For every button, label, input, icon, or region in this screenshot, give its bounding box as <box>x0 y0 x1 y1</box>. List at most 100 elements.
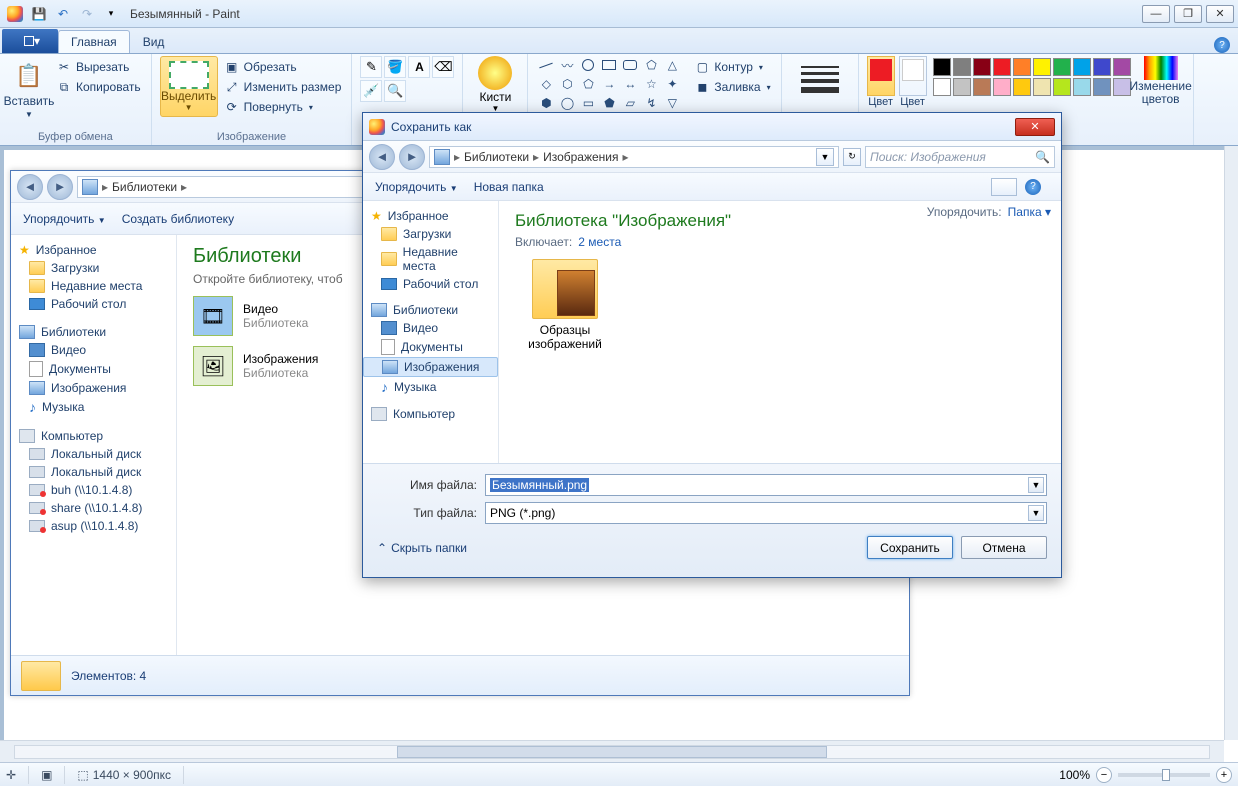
window-minimize-button[interactable]: — <box>1142 5 1170 23</box>
palette-color[interactable] <box>1013 78 1031 96</box>
nav-favorites-group[interactable]: ★Избранное <box>363 207 498 225</box>
palette-color[interactable] <box>993 78 1011 96</box>
tool-fill[interactable]: 🪣 <box>384 56 406 78</box>
new-folder-button[interactable]: Новая папка <box>474 180 544 194</box>
dialog-close-button[interactable]: ✕ <box>1015 118 1055 136</box>
color2-button[interactable] <box>899 56 927 96</box>
vertical-scrollbar[interactable] <box>1224 146 1238 740</box>
palette-color[interactable] <box>1113 58 1131 76</box>
nav-computer-group[interactable]: Компьютер <box>363 405 498 423</box>
shape-outline-button[interactable]: ▢Контур▾ <box>692 58 772 76</box>
nav-images[interactable]: Изображения <box>11 379 176 397</box>
tool-pencil[interactable]: ✎ <box>360 56 382 78</box>
nav-drive-local1[interactable]: Локальный диск <box>11 445 176 463</box>
file-menu-tab[interactable]: ▾ <box>2 29 58 53</box>
nav-drive-share[interactable]: share (\\10.1.4.8) <box>11 499 176 517</box>
thickness-button[interactable] <box>790 56 850 97</box>
tool-magnifier[interactable]: 🔍 <box>384 80 406 102</box>
nav-libraries-group[interactable]: Библиотеки <box>363 301 498 319</box>
palette-color[interactable] <box>933 78 951 96</box>
palette-color[interactable] <box>1073 78 1091 96</box>
help-icon[interactable]: ? <box>1025 179 1041 195</box>
palette-color[interactable] <box>973 78 991 96</box>
hide-folders-button[interactable]: ⌃Скрыть папки <box>377 541 467 555</box>
palette-color[interactable] <box>953 58 971 76</box>
window-close-button[interactable]: ✕ <box>1206 5 1234 23</box>
palette-color[interactable] <box>1033 78 1051 96</box>
help-icon[interactable]: ? <box>1214 37 1230 53</box>
cancel-button[interactable]: Отмена <box>961 536 1047 559</box>
nav-back-button[interactable]: ◄ <box>369 144 395 170</box>
tool-eraser[interactable]: ⌫ <box>432 56 454 78</box>
nav-documents[interactable]: Документы <box>363 337 498 357</box>
tool-text[interactable]: A <box>408 56 430 78</box>
palette-color[interactable] <box>1053 58 1071 76</box>
breadcrumb-images[interactable]: Изображения <box>543 150 618 164</box>
palette-color[interactable] <box>953 78 971 96</box>
crop-button[interactable]: ▣Обрезать <box>222 58 344 76</box>
search-box[interactable]: Поиск: Изображения 🔍 <box>865 146 1055 168</box>
dropdown-icon[interactable]: ▼ <box>1028 477 1044 493</box>
qat-undo-icon[interactable]: ↶ <box>52 3 74 25</box>
dialog-title-bar[interactable]: Сохранить как ✕ <box>363 113 1061 141</box>
view-options-button[interactable] <box>991 178 1017 196</box>
copy-button[interactable]: ⧉Копировать <box>54 78 143 96</box>
resize-button[interactable]: ⤢Изменить размер <box>222 78 344 96</box>
paste-button[interactable]: 📋 Вставить ▼ <box>8 56 50 123</box>
select-button[interactable]: Выделить ▼ <box>160 56 218 117</box>
nav-desktop[interactable]: Рабочий стол <box>363 275 498 293</box>
palette-color[interactable] <box>1073 58 1091 76</box>
dropdown-icon[interactable]: ▼ <box>1028 505 1044 521</box>
nav-libraries-group[interactable]: Библиотеки <box>11 323 176 341</box>
palette-color[interactable] <box>1093 78 1111 96</box>
rotate-button[interactable]: ⟳Повернуть▾ <box>222 98 344 116</box>
tab-home[interactable]: Главная <box>58 30 130 53</box>
nav-drive-asup[interactable]: asup (\\10.1.4.8) <box>11 517 176 535</box>
breadcrumb-libraries[interactable]: Библиотеки <box>464 150 529 164</box>
qat-customize-icon[interactable]: ▾ <box>100 3 122 25</box>
brush-button[interactable]: Кисти ▼ <box>471 56 519 113</box>
window-maximize-button[interactable]: ❐ <box>1174 5 1202 23</box>
shapes-gallery[interactable]: 〰 ⬠ △ ◇ ⬡ ⬠ → ↔ ☆ ✦ ⬢ ◯ ▭ ⬟ ▱ ↯ ▽ <box>536 56 682 112</box>
folder-samples[interactable]: Образцы изображений <box>515 259 615 351</box>
filetype-select[interactable]: PNG (*.png) ▼ <box>485 502 1047 524</box>
cut-button[interactable]: ✂Вырезать <box>54 58 143 76</box>
palette-color[interactable] <box>1033 58 1051 76</box>
palette-color[interactable] <box>973 58 991 76</box>
nav-recent[interactable]: Недавние места <box>11 277 176 295</box>
nav-music[interactable]: ♪Музыка <box>11 397 176 417</box>
shape-fill-button[interactable]: ◼Заливка▾ <box>692 78 772 96</box>
edit-colors-button[interactable]: Изменение цветов <box>1137 56 1185 106</box>
zoom-in-button[interactable]: + <box>1216 767 1232 783</box>
includes-link[interactable]: 2 места <box>578 235 621 249</box>
nav-forward-button[interactable]: ► <box>47 174 73 200</box>
palette-color[interactable] <box>1093 58 1111 76</box>
new-library-button[interactable]: Создать библиотеку <box>122 212 234 226</box>
nav-music[interactable]: ♪Музыка <box>363 377 498 397</box>
nav-recent[interactable]: Недавние места <box>363 243 498 275</box>
nav-desktop[interactable]: Рабочий стол <box>11 295 176 313</box>
nav-downloads[interactable]: Загрузки <box>11 259 176 277</box>
zoom-slider[interactable] <box>1118 773 1210 777</box>
nav-back-button[interactable]: ◄ <box>17 174 43 200</box>
organize-menu[interactable]: Упорядочить ▼ <box>375 180 458 194</box>
tab-view[interactable]: Вид <box>130 30 178 53</box>
nav-videos[interactable]: Видео <box>363 319 498 337</box>
color1-button[interactable] <box>867 56 895 96</box>
save-button[interactable]: Сохранить <box>867 536 953 559</box>
nav-downloads[interactable]: Загрузки <box>363 225 498 243</box>
arrange-value[interactable]: Папка ▾ <box>1008 205 1051 219</box>
nav-favorites-group[interactable]: ★Избранное <box>11 241 176 259</box>
color-palette[interactable] <box>931 56 1133 98</box>
nav-drive-buh[interactable]: buh (\\10.1.4.8) <box>11 481 176 499</box>
filename-input[interactable]: Безымянный.png ▼ <box>485 474 1047 496</box>
palette-color[interactable] <box>993 58 1011 76</box>
horizontal-scrollbar[interactable] <box>0 740 1224 762</box>
palette-color[interactable] <box>1053 78 1071 96</box>
nav-forward-button[interactable]: ► <box>399 144 425 170</box>
qat-redo-icon[interactable]: ↷ <box>76 3 98 25</box>
qat-save-icon[interactable]: 💾 <box>28 3 50 25</box>
tool-picker[interactable]: 💉 <box>360 80 382 102</box>
zoom-out-button[interactable]: − <box>1096 767 1112 783</box>
breadcrumb-libraries[interactable]: Библиотеки <box>112 180 177 194</box>
